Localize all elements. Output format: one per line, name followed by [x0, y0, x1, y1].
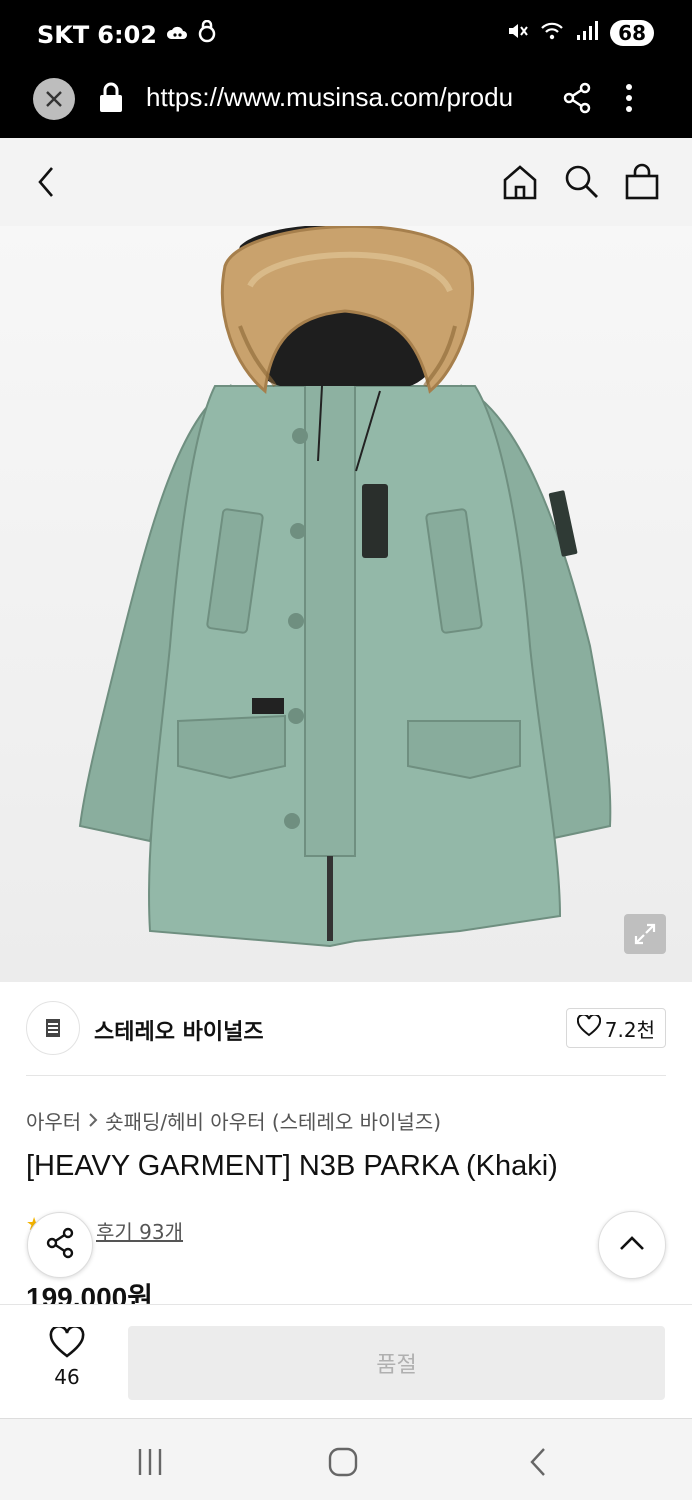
battery-icon: 68 — [610, 20, 654, 46]
lock-app-icon — [197, 19, 217, 50]
back-nav-icon[interactable] — [526, 1447, 550, 1481]
product-image[interactable] — [0, 226, 692, 982]
expand-icon[interactable] — [624, 914, 666, 954]
divider — [26, 1075, 666, 1076]
home-nav-icon[interactable] — [328, 1447, 358, 1481]
sold-out-button[interactable]: 품절 — [128, 1326, 665, 1400]
carrier-label: SKT — [37, 21, 90, 49]
close-icon[interactable] — [33, 78, 75, 120]
share-button[interactable] — [27, 1212, 93, 1278]
status-bar: SKT 6:02 68 — [0, 0, 692, 70]
share-icon — [44, 1227, 76, 1263]
review-link[interactable]: 후기 93개 — [96, 1216, 183, 1245]
scroll-top-button[interactable] — [598, 1211, 666, 1279]
breadcrumb-item-outer[interactable]: 아우터 — [26, 1106, 81, 1135]
brand-logo[interactable] — [26, 1001, 80, 1055]
chevron-up-icon — [619, 1235, 645, 1255]
app-header — [0, 138, 692, 226]
purchase-bar: 46 품절 — [0, 1304, 692, 1418]
wishlist-button[interactable]: 46 — [34, 1325, 100, 1389]
search-icon[interactable] — [562, 162, 602, 206]
breadcrumb: 아우터 숏패딩/헤비 아우터 (스테레오 바이널즈) — [26, 1106, 441, 1135]
brand-name[interactable]: 스테레오 바이널즈 — [94, 1014, 264, 1046]
cloud-icon — [165, 21, 189, 49]
product-title: [HEAVY GARMENT] N3B PARKA (Khaki) — [26, 1150, 558, 1182]
chevron-right-icon — [87, 1109, 99, 1133]
heart-icon — [34, 1325, 100, 1363]
lock-icon — [98, 82, 124, 118]
share-icon[interactable] — [562, 82, 592, 118]
brand-like-count: 7.2천 — [604, 1017, 655, 1042]
home-icon[interactable] — [500, 162, 540, 206]
wifi-icon — [540, 21, 564, 45]
brand-like-button[interactable]: 7.2천 — [565, 1008, 666, 1048]
clock: 6:02 — [97, 21, 157, 49]
system-nav-bar — [0, 1418, 692, 1500]
price: 199,000원 — [26, 1282, 153, 1306]
back-icon[interactable] — [32, 164, 62, 204]
breadcrumb-item-category[interactable]: 숏패딩/헤비 아우터 (스테레오 바이널즈) — [105, 1106, 441, 1135]
url-field[interactable]: https://www.musinsa.com/produ — [146, 82, 538, 113]
recent-apps-icon[interactable] — [136, 1447, 164, 1481]
heart-icon — [576, 1013, 601, 1042]
more-vert-icon[interactable] — [624, 82, 634, 118]
wishlist-count: 46 — [54, 1365, 80, 1389]
brand-row[interactable]: 스테레오 바이널즈 7.2천 — [26, 1000, 666, 1056]
shopping-bag-icon[interactable] — [622, 162, 662, 206]
browser-toolbar: https://www.musinsa.com/produ — [0, 70, 692, 138]
status-right: 68 — [506, 20, 654, 46]
mute-icon — [506, 20, 528, 46]
status-left: SKT 6:02 — [37, 19, 217, 50]
signal-icon — [576, 21, 599, 45]
